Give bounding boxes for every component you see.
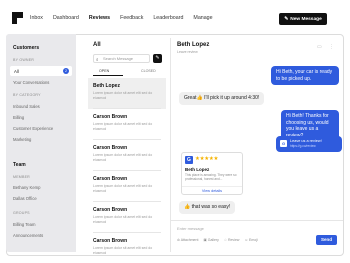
active-tab-underline — [93, 75, 123, 76]
list-item[interactable]: Carson Brown Lorem ipsum dolor sit amet … — [88, 140, 166, 171]
list-item[interactable]: Carson Brown Lorem ipsum dolor sit amet … — [88, 171, 166, 202]
gallery-button[interactable]: ▣ Gallery — [203, 238, 218, 242]
attachment-label: Attachment — [180, 238, 199, 242]
message-preview: Lorem ipsum dolor sit amet elit sed do e… — [93, 91, 153, 100]
google-icon: G — [185, 156, 193, 164]
section-member: MEMBER — [13, 175, 30, 179]
conversation-pane: Beth Lopez Leave review ▭ ⋮ Hi Beth, you… — [170, 38, 343, 252]
message-preview: Lorem ipsum dolor sit amet elit sed do e… — [93, 215, 153, 224]
list-tabs: OPEN CLOSED — [93, 68, 163, 76]
team-title: Team — [13, 162, 26, 168]
nav-dashboard[interactable]: Dashboard — [53, 15, 79, 21]
conversation-title: Beth Lopez — [177, 42, 210, 48]
message-preview: Lorem ipsum dolor sit amet elit sed do e… — [93, 153, 153, 162]
incoming-message: Great👍 I'll pick it up around 4:30! — [179, 92, 265, 105]
sidebar-title: Customers — [13, 45, 40, 51]
star-icon: ☆ — [223, 238, 227, 242]
sidebar-item-billing[interactable]: Billing — [13, 115, 24, 120]
gallery-label: Gallery — [207, 238, 219, 242]
message-preview: Lorem ipsum dolor sit amet elit sed do e… — [93, 246, 153, 255]
list-item[interactable]: Carson Brown Lorem ipsum dolor sit amet … — [88, 109, 166, 140]
pencil-icon: ✎ — [155, 55, 160, 61]
reviewer-name: Beth Lopez — [185, 167, 210, 172]
review-link-title: Leave us a review! — [290, 139, 322, 143]
contact-name: Carson Brown — [93, 176, 128, 182]
count-badge: 2 — [63, 68, 69, 74]
send-button[interactable]: Send — [316, 235, 337, 245]
nav-leaderboard[interactable]: Leaderboard — [153, 15, 183, 21]
sidebar-item-dallas-office[interactable]: Dallas Office — [13, 196, 37, 201]
sidebar-item-bethany-kemp[interactable]: Bethany Kemp — [13, 185, 40, 190]
nav-manage[interactable]: Manage — [193, 15, 212, 21]
sidebar-item-announcements[interactable]: Announcements — [13, 233, 43, 238]
more-options-icon[interactable]: ⋮ — [329, 44, 334, 50]
review-button[interactable]: ☆ Review — [224, 238, 240, 242]
list-item[interactable]: Carson Brown Lorem ipsum dolor sit amet … — [88, 202, 166, 233]
nav-inbox[interactable]: Inbox — [30, 15, 43, 21]
review-text: This place is amazing. They were so prof… — [185, 173, 237, 181]
main-nav: Inbox Dashboard Reviews Feedback Leaderb… — [30, 15, 213, 21]
message-list: All ⌕ Search Message ✎ OPEN CLOSED Beth … — [88, 38, 166, 255]
paperclip-icon: ⊘ — [177, 238, 180, 242]
message-preview: Lorem ipsum dolor sit amet elit sed do e… — [93, 184, 153, 193]
review-card: G ★★★★★ Beth Lopez This place is amazing… — [181, 152, 243, 195]
emoji-label: Emoji — [249, 238, 258, 242]
pencil-icon: ✎ — [284, 16, 289, 22]
review-link-url: https://g.co/review — [290, 144, 316, 148]
nav-reviews[interactable]: Reviews — [89, 15, 110, 21]
conversation-subtitle: Leave review — [177, 50, 198, 54]
new-message-label: New Message — [290, 16, 322, 22]
sidebar-item-inbound-sales[interactable]: Inbound Sales — [13, 104, 40, 109]
message-composer: Enter message ⊘ Attachment ▣ Gallery ☆ R… — [171, 220, 343, 252]
section-by-owner: BY OWNER — [13, 58, 35, 62]
contact-name: Carson Brown — [93, 207, 128, 213]
outgoing-message: Hi Beth, your car is ready to be picked … — [271, 66, 339, 85]
contact-name: Carson Brown — [93, 145, 128, 151]
incoming-message-text: that was so easy! — [191, 204, 231, 210]
tab-open[interactable]: OPEN — [99, 69, 109, 73]
sidebar-item-all[interactable]: All 2 — [10, 66, 72, 76]
search-placeholder: Search Message — [103, 56, 134, 61]
section-by-category: BY CATEGORY — [13, 93, 41, 97]
search-icon: ⌕ — [96, 57, 99, 62]
list-title: All — [93, 42, 101, 48]
star-rating: ★★★★★ — [195, 156, 219, 162]
smiley-icon: ☺ — [244, 238, 249, 242]
message-preview: Lorem ipsum dolor sit amet elit sed do e… — [93, 122, 153, 131]
divider — [182, 186, 242, 187]
emoji-button[interactable]: ☺ Emoji — [244, 238, 257, 242]
contact-name: Beth Lopez — [93, 83, 120, 89]
sidebar-item-your-conversations[interactable]: Your Conversations — [13, 80, 49, 85]
list-item[interactable]: Carson Brown Lorem ipsum dolor sit amet … — [88, 233, 166, 255]
search-input[interactable]: ⌕ Search Message — [93, 54, 150, 63]
thumbs-up-icon: 👍 — [184, 204, 191, 210]
review-link-button[interactable]: G Leave us a review! https://g.co/review — [276, 136, 342, 152]
new-message-button[interactable]: ✎ New Message — [279, 13, 327, 25]
tab-closed[interactable]: CLOSED — [141, 69, 156, 73]
review-icon: G — [280, 140, 287, 147]
image-icon: ▣ — [203, 238, 207, 242]
nav-feedback[interactable]: Feedback — [120, 15, 143, 21]
app-logo-icon[interactable] — [12, 12, 23, 24]
archive-icon[interactable]: ▭ — [317, 44, 322, 50]
customers-sidebar: Customers BY OWNER All 2 Your Conversati… — [6, 34, 76, 252]
review-label: Review — [227, 238, 240, 242]
section-groups: GROUPS — [13, 211, 30, 215]
sidebar-item-customer-experience[interactable]: Customer Experience — [13, 126, 53, 131]
view-details-link[interactable]: View details — [182, 189, 242, 193]
compose-button[interactable]: ✎ — [153, 54, 162, 63]
attachment-button[interactable]: ⊘ Attachment — [177, 238, 198, 242]
contact-name: Carson Brown — [93, 238, 128, 244]
composer-actions: ⊘ Attachment ▣ Gallery ☆ Review ☺ Emoji — [177, 238, 258, 242]
sidebar-item-marketing[interactable]: Marketing — [13, 137, 31, 142]
top-nav-bar: Inbox Dashboard Reviews Feedback Leaderb… — [0, 0, 350, 38]
sidebar-item-label: All — [14, 69, 19, 74]
incoming-message: 👍 that was so easy! — [179, 201, 236, 214]
sidebar-item-billing-team[interactable]: Billing Team — [13, 222, 36, 227]
list-item[interactable]: Beth Lopez Lorem ipsum dolor sit amet el… — [88, 78, 166, 109]
message-input[interactable]: Enter message — [177, 226, 204, 231]
contact-name: Carson Brown — [93, 114, 128, 120]
